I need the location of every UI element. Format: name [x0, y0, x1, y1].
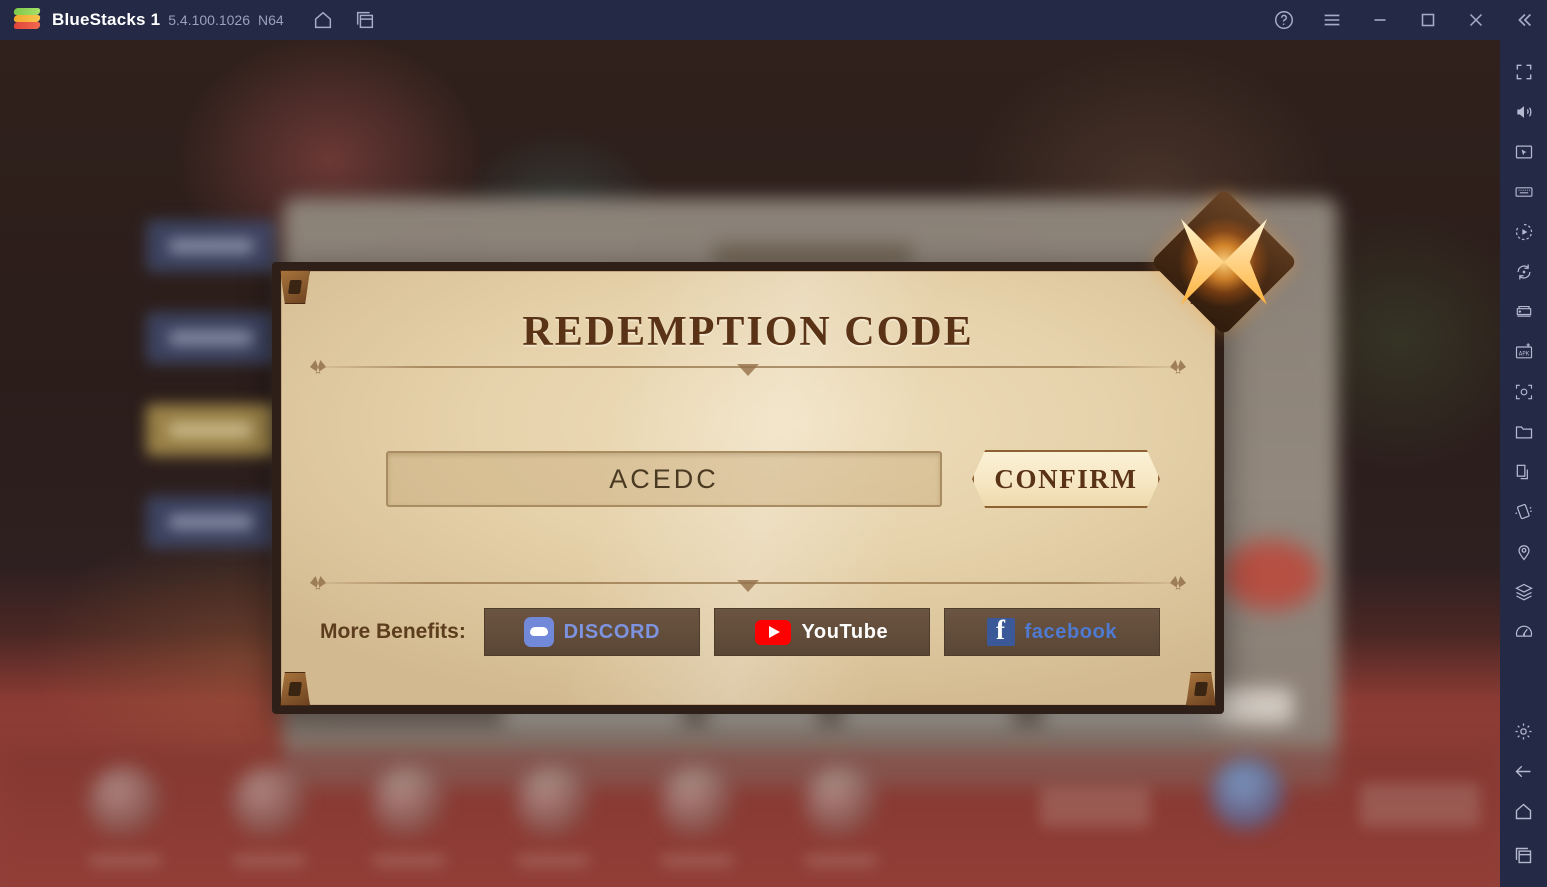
background-red-accent: [1222, 540, 1320, 610]
multi-instance-icon[interactable]: [1504, 452, 1544, 492]
divider-cap-left: [310, 576, 326, 590]
dialog-body: REDEMPTION CODE ACEDC CONFIRM More Benef…: [280, 270, 1216, 706]
macro-icon[interactable]: [1504, 212, 1544, 252]
dialog-title: REDEMPTION CODE: [522, 309, 974, 355]
location-icon[interactable]: [1504, 532, 1544, 572]
titlebar: BlueStacks 1 5.4.100.1026 N64: [0, 0, 1547, 40]
layers-icon[interactable]: [1504, 572, 1544, 612]
install-apk-icon[interactable]: APK: [1504, 332, 1544, 372]
divider-chevron-icon: [737, 580, 759, 592]
redemption-code-input[interactable]: ACEDC: [386, 451, 942, 507]
back-icon[interactable]: [1504, 751, 1544, 791]
divider-chevron-icon: [737, 364, 759, 376]
rotate-icon[interactable]: [1504, 252, 1544, 292]
code-entry-row: ACEDC CONFIRM: [282, 444, 1214, 514]
help-icon[interactable]: [1267, 3, 1301, 37]
more-benefits-row: More Benefits: DISCORD YouTube facebook: [320, 608, 1160, 656]
discord-button-label: DISCORD: [563, 620, 661, 643]
performance-icon[interactable]: [1504, 612, 1544, 652]
youtube-button[interactable]: YouTube: [713, 608, 930, 656]
discord-button[interactable]: DISCORD: [483, 608, 700, 656]
app-version: 5.4.100.1026: [168, 12, 250, 28]
shake-icon[interactable]: [1504, 492, 1544, 532]
divider-cap-left: [310, 360, 326, 374]
youtube-button-label: YouTube: [801, 620, 889, 643]
youtube-icon: [755, 619, 792, 645]
folder-icon[interactable]: [1504, 412, 1544, 452]
gamepad-icon[interactable]: [1504, 292, 1544, 332]
recents-icon[interactable]: [1504, 835, 1544, 875]
home-icon[interactable]: [1504, 791, 1544, 831]
corner-ornament-bottom-left: [280, 672, 310, 706]
redemption-code-dialog: REDEMPTION CODE ACEDC CONFIRM More Benef…: [272, 188, 1298, 714]
discord-icon: [523, 617, 554, 647]
fullscreen-icon[interactable]: [1504, 52, 1544, 92]
multi-instance-icon[interactable]: [348, 3, 382, 37]
confirm-button-label: CONFIRM: [994, 463, 1138, 494]
keyboard-icon[interactable]: [1504, 172, 1544, 212]
facebook-button[interactable]: facebook: [943, 608, 1160, 656]
svg-text:APK: APK: [1518, 351, 1529, 357]
volume-icon[interactable]: [1504, 92, 1544, 132]
confirm-button[interactable]: CONFIRM: [972, 450, 1160, 508]
maximize-icon[interactable]: [1411, 3, 1445, 37]
close-icon[interactable]: [1459, 3, 1493, 37]
home-icon[interactable]: [306, 3, 340, 37]
bluestacks-sidebar: APK: [1500, 40, 1547, 887]
menu-icon[interactable]: [1315, 3, 1349, 37]
game-screen: REDEMPTION CODE ACEDC CONFIRM More Benef…: [0, 40, 1500, 887]
corner-ornament-bottom-right: [1186, 672, 1216, 706]
minimize-icon[interactable]: [1363, 3, 1397, 37]
settings-icon[interactable]: [1504, 711, 1544, 751]
corner-ornament-top-left: [280, 270, 310, 304]
divider-cap-right: [1170, 576, 1186, 590]
divider-cap-right: [1170, 360, 1186, 374]
app-title: BlueStacks 1: [52, 10, 161, 29]
more-benefits-label: More Benefits:: [320, 620, 466, 643]
redemption-code-value: ACEDC: [609, 463, 719, 494]
window-controls: [1253, 3, 1547, 37]
divider-top: [310, 358, 1186, 376]
divider-bottom: [310, 574, 1186, 592]
screenshot-icon[interactable]: [1504, 372, 1544, 412]
facebook-icon: [986, 615, 1015, 646]
app-arch: N64: [258, 12, 284, 28]
collapse-icon[interactable]: [1507, 3, 1541, 37]
background-left-panel: [146, 220, 276, 580]
bluestacks-logo-icon: [13, 7, 41, 33]
cursor-icon[interactable]: [1504, 132, 1544, 172]
close-star-icon[interactable]: [1150, 188, 1298, 336]
facebook-button-label: facebook: [1024, 620, 1118, 643]
